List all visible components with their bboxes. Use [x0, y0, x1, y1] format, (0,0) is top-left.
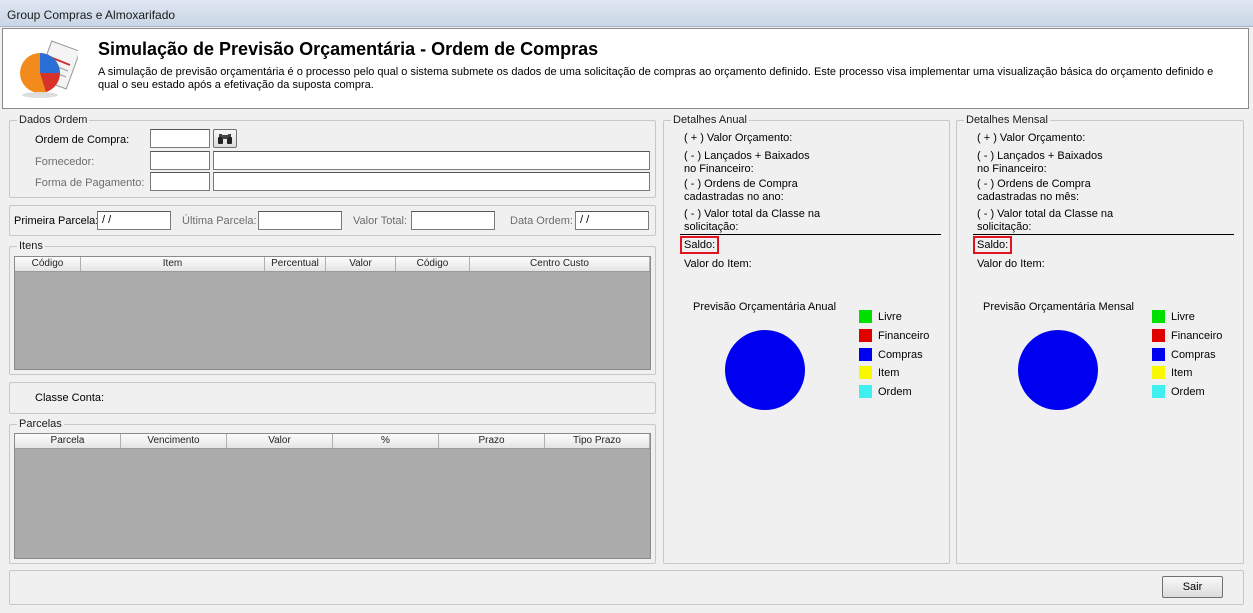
column-header[interactable]: Item [81, 257, 265, 271]
column-header[interactable]: Código [15, 257, 81, 271]
page-header: Simulação de Previsão Orçamentária - Ord… [2, 28, 1249, 109]
column-header[interactable]: Valor [227, 434, 333, 448]
mensal-ordens-label-2: cadastradas no mês: [977, 191, 1080, 203]
anual-valor-item-label: Valor do Item: [684, 258, 752, 270]
mensal-lancados-label: ( - ) Lançados + Baixados [977, 150, 1103, 162]
detalhes-anual-group: Detalhes Anual ( + ) Valor Orçamento: ( … [663, 114, 950, 564]
detalhes-mensal-legend: Detalhes Mensal [964, 114, 1050, 126]
anual-ordens-label-2: cadastradas no ano: [684, 191, 784, 203]
legend-item-compras: Compras [859, 348, 923, 361]
pie-chart-report-icon [20, 40, 78, 98]
anual-chart-title: Previsão Orçamentária Anual [693, 301, 837, 313]
forma-pagamento-code-input[interactable] [150, 172, 210, 191]
mensal-ordens-label: ( - ) Ordens de Compra [977, 178, 1091, 190]
sair-button[interactable]: Sair [1162, 576, 1223, 598]
column-header[interactable]: Código [396, 257, 470, 271]
window-titlebar: Group Compras e Almoxarifado [0, 0, 1253, 27]
search-ordem-button[interactable] [213, 129, 237, 148]
legend-item-item: Item [1152, 366, 1192, 379]
primeira-parcela-input[interactable]: / / [97, 211, 171, 230]
mensal-classe-label-2: solicitação: [977, 221, 1032, 233]
column-header[interactable]: Parcela [15, 434, 121, 448]
anual-ordens-label: ( - ) Ordens de Compra [684, 178, 798, 190]
itens-legend: Itens [17, 240, 45, 252]
column-header[interactable]: Valor [326, 257, 396, 271]
dados-ordem-legend: Dados Ordem [17, 114, 90, 126]
legend-swatch [1152, 385, 1165, 398]
column-header[interactable]: % [333, 434, 439, 448]
legend-item-livre: Livre [859, 310, 902, 323]
mensal-valor-orcamento-label: ( + ) Valor Orçamento: [977, 132, 1086, 144]
legend-swatch [859, 385, 872, 398]
mensal-classe-label: ( - ) Valor total da Classe na [977, 208, 1114, 220]
legend-item-financeiro: Financeiro [859, 329, 929, 342]
valor-total-input[interactable] [411, 211, 495, 230]
fornecedor-name-input[interactable] [213, 151, 650, 170]
anual-classe-label: ( - ) Valor total da Classe na [684, 208, 821, 220]
anual-saldo-label: Saldo: [680, 236, 720, 254]
data-ordem-input[interactable]: / / [575, 211, 649, 230]
fornecedor-code-input[interactable] [150, 151, 210, 170]
legend-item-ordem: Ordem [859, 385, 912, 398]
binoculars-icon [218, 134, 232, 144]
anual-valor-orcamento-label: ( + ) Valor Orçamento: [684, 132, 793, 144]
itens-table-header: Código Item Percentual Valor Código Cent… [15, 257, 650, 272]
anual-lancados-label-2: no Financeiro: [684, 163, 754, 175]
legend-item-livre: Livre [1152, 310, 1195, 323]
itens-group: Itens Código Item Percentual Valor Códig… [9, 240, 656, 375]
footer-bar: Sair [9, 570, 1244, 605]
mensal-separator [973, 234, 1234, 235]
anual-pie-chart [725, 330, 805, 410]
legend-swatch [859, 348, 872, 361]
itens-table[interactable]: Código Item Percentual Valor Código Cent… [14, 256, 651, 370]
detalhes-anual-legend: Detalhes Anual [671, 114, 749, 126]
column-header[interactable]: Prazo [439, 434, 545, 448]
legend-swatch [1152, 366, 1165, 379]
parcelas-group: Parcelas Parcela Vencimento Valor % Praz… [9, 418, 656, 564]
classe-conta-label: Classe Conta: [35, 392, 105, 404]
parcelas-table[interactable]: Parcela Vencimento Valor % Prazo Tipo Pr… [14, 433, 651, 559]
column-header[interactable]: Vencimento [121, 434, 227, 448]
anual-classe-label-2: solicitação: [684, 221, 739, 233]
legend-item-item: Item [859, 366, 899, 379]
mensal-saldo-label: Saldo: [973, 236, 1013, 254]
mensal-lancados-label-2: no Financeiro: [977, 163, 1047, 175]
legend-swatch [859, 310, 872, 323]
column-header[interactable]: Percentual [265, 257, 326, 271]
legend-swatch [859, 329, 872, 342]
valor-total-label: Valor Total: [353, 215, 408, 227]
ordem-compra-input[interactable] [150, 129, 210, 148]
ultima-parcela-label: Última Parcela: [182, 215, 257, 227]
legend-swatch [859, 366, 872, 379]
window-title: Group Compras e Almoxarifado [7, 8, 176, 22]
mensal-valor-item-label: Valor do Item: [977, 258, 1045, 270]
dados-ordem-group: Dados Ordem Ordem de Compra: Fornecedor:… [9, 114, 656, 198]
detalhes-mensal-group: Detalhes Mensal ( + ) Valor Orçamento: (… [956, 114, 1244, 564]
anual-separator [680, 234, 941, 235]
classe-conta-group: Classe Conta: [9, 382, 656, 414]
fornecedor-label: Fornecedor: [35, 156, 95, 168]
parcelas-legend: Parcelas [17, 418, 64, 430]
parcelas-table-header: Parcela Vencimento Valor % Prazo Tipo Pr… [15, 434, 650, 449]
primeira-parcela-label: Primeira Parcela: [14, 215, 99, 227]
legend-swatch [1152, 310, 1165, 323]
parcelas-info-group: Primeira Parcela: / / Última Parcela: Va… [9, 205, 656, 236]
legend-item-financeiro: Financeiro [1152, 329, 1222, 342]
anual-lancados-label: ( - ) Lançados + Baixados [684, 150, 810, 162]
legend-swatch [1152, 348, 1165, 361]
data-ordem-label: Data Ordem: [510, 215, 573, 227]
page-description: A simulação de previsão orçamentária é o… [98, 66, 1214, 91]
ultima-parcela-input[interactable] [258, 211, 342, 230]
mensal-chart-title: Previsão Orçamentária Mensal [983, 301, 1135, 313]
legend-item-ordem: Ordem [1152, 385, 1205, 398]
legend-swatch [1152, 329, 1165, 342]
page-title: Simulação de Previsão Orçamentária - Ord… [98, 39, 599, 59]
legend-item-compras: Compras [1152, 348, 1216, 361]
ordem-compra-label: Ordem de Compra: [35, 134, 130, 146]
forma-pagamento-label: Forma de Pagamento: [35, 177, 145, 189]
column-header[interactable]: Tipo Prazo [545, 434, 650, 448]
forma-pagamento-name-input[interactable] [213, 172, 650, 191]
column-header[interactable]: Centro Custo [470, 257, 650, 271]
mensal-pie-chart [1018, 330, 1098, 410]
